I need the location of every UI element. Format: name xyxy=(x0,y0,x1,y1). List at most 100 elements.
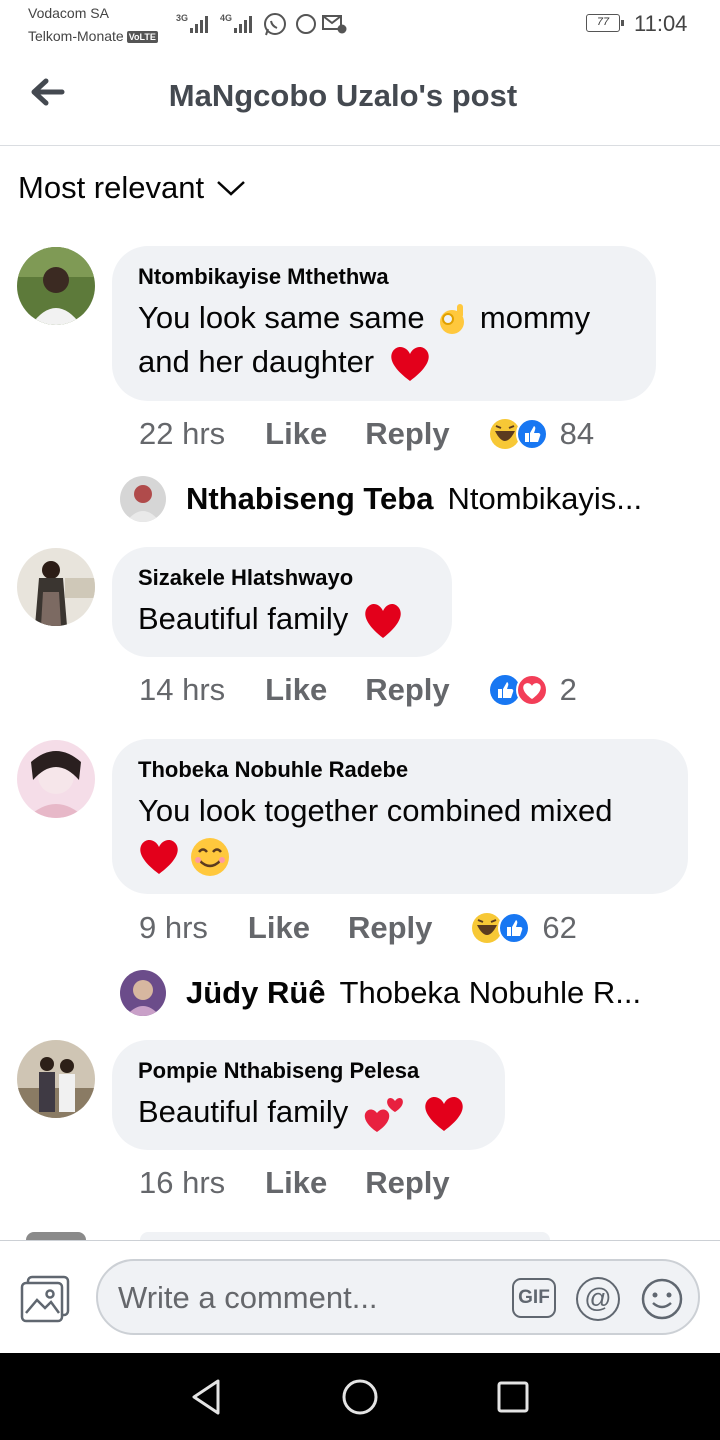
avatar-photo xyxy=(17,548,95,626)
reaction-count: 84 xyxy=(559,416,595,451)
like-button[interactable]: Like xyxy=(265,1165,327,1201)
like-button[interactable]: Like xyxy=(265,672,327,708)
reactions-summary[interactable]: 62 xyxy=(470,910,577,946)
gif-button[interactable]: GIF xyxy=(512,1278,556,1318)
smiley-icon xyxy=(641,1278,683,1320)
comment-meta: 16 hrs Like Reply xyxy=(139,1165,488,1201)
reply-button[interactable]: Reply xyxy=(365,672,449,708)
comment-text: You look same same mommy and her daughte… xyxy=(138,296,630,384)
red-heart-emoji-icon xyxy=(425,1096,464,1131)
page-title: MaNgcobo Uzalo's post xyxy=(168,78,518,113)
signal-3g-icon: 3G xyxy=(176,13,208,33)
comment-time[interactable]: 22 hrs xyxy=(139,416,225,452)
reply-author: Nthabiseng Teba xyxy=(186,481,434,516)
carrier-name-2-text: Telkom-Monate xyxy=(28,28,124,44)
next-bubble-peek xyxy=(140,1232,550,1240)
like-button[interactable]: Like xyxy=(248,910,310,946)
avatar-photo xyxy=(120,476,166,522)
reaction-count: 62 xyxy=(542,910,577,945)
sort-label: Most relevant xyxy=(18,170,205,205)
emoji-button[interactable] xyxy=(640,1277,684,1326)
avatar[interactable] xyxy=(17,1040,95,1118)
comment-text-line1: You look together combined mixed xyxy=(138,793,613,828)
add-photo-button[interactable] xyxy=(20,1273,72,1328)
comment-bubble[interactable]: Ntombikayise Mthethwa You look same same… xyxy=(112,246,656,401)
reply-preview[interactable]: Jüdy Rüê Thobeka Nobuhle R... xyxy=(120,970,641,1016)
avatar-small xyxy=(120,970,166,1016)
next-avatar-peek xyxy=(26,1232,86,1240)
reply-snippet: Thobeka Nobuhle R... xyxy=(339,975,642,1010)
comment-input[interactable]: Write a comment... GIF @ xyxy=(96,1259,700,1335)
reactions-summary[interactable]: 2 xyxy=(488,672,577,708)
comment-meta: 9 hrs Like Reply 62 xyxy=(139,910,577,946)
photo-icon xyxy=(20,1275,70,1323)
comment-text: Beautiful family xyxy=(138,597,426,641)
ok-hand-emoji-icon xyxy=(440,303,465,334)
haha-like-reactions-icon xyxy=(489,418,548,450)
avatar[interactable] xyxy=(17,548,95,626)
comment-author[interactable]: Sizakele Hlatshwayo xyxy=(138,565,426,591)
status-bar: Vodacom SA Telkom-Monate VoLTE 3G 4G 77 1… xyxy=(0,0,720,52)
whatsapp-icon xyxy=(264,13,286,36)
comment-author[interactable]: Ntombikayise Mthethwa xyxy=(138,264,630,290)
avatar[interactable] xyxy=(17,247,95,325)
reply-button[interactable]: Reply xyxy=(365,416,449,452)
battery-indicator: 77 xyxy=(586,14,624,32)
post-header: MaNgcobo Uzalo's post xyxy=(0,52,720,146)
comment-author[interactable]: Thobeka Nobuhle Radebe xyxy=(138,757,662,783)
haha-like-reactions-icon xyxy=(472,912,531,944)
net-3g-label: 3G xyxy=(176,13,188,23)
comment-placeholder: Write a comment... xyxy=(118,1280,378,1315)
mail-settings-icon xyxy=(322,15,347,34)
chevron-down-icon xyxy=(217,181,245,196)
avatar-photo xyxy=(120,970,166,1016)
signal-4g-icon: 4G xyxy=(220,13,252,33)
reactions-summary[interactable]: 84 xyxy=(488,416,594,452)
reply-author: Jüdy Rüê xyxy=(186,975,326,1010)
comment-bubble[interactable]: Thobeka Nobuhle Radebe You look together… xyxy=(112,739,688,894)
avatar-photo xyxy=(17,1040,95,1118)
comment-text: Beautiful family xyxy=(138,1090,479,1134)
comment-text-line1: Beautiful family xyxy=(138,1094,349,1129)
sync-icon xyxy=(296,14,316,34)
comment-time[interactable]: 14 hrs xyxy=(139,672,225,708)
avatar-small xyxy=(120,476,166,522)
sort-dropdown[interactable]: Most relevant xyxy=(18,170,246,206)
smiling-face-emoji-icon xyxy=(190,837,229,876)
comment-text-line1: You look same same xyxy=(138,300,425,335)
reply-preview[interactable]: Nthabiseng Teba Ntombikayis... xyxy=(120,476,642,522)
system-navigation-bar xyxy=(0,1353,720,1440)
clock: 11:04 xyxy=(634,11,688,36)
comment-text-line1: Beautiful family xyxy=(138,601,349,636)
red-heart-emoji-icon xyxy=(391,346,429,381)
avatar[interactable] xyxy=(17,740,95,818)
comment-composer: Write a comment... GIF @ xyxy=(0,1240,720,1354)
comment-time[interactable]: 16 hrs xyxy=(139,1165,225,1201)
reply-button[interactable]: Reply xyxy=(365,1165,449,1201)
comment-time[interactable]: 9 hrs xyxy=(139,910,208,946)
carrier-name-1: Vodacom SA xyxy=(28,5,109,21)
avatar-photo xyxy=(17,247,95,325)
like-love-reactions-icon xyxy=(489,674,548,706)
reaction-count: 2 xyxy=(559,672,577,707)
volte-badge: VoLTE xyxy=(126,31,158,44)
comment-text: You look together combined mixed xyxy=(138,789,662,878)
like-button[interactable]: Like xyxy=(265,416,327,452)
two-hearts-emoji-icon xyxy=(364,1097,403,1132)
back-triangle-icon[interactable] xyxy=(188,1377,224,1417)
comment-meta: 22 hrs Like Reply 84 xyxy=(139,416,594,452)
comment-bubble[interactable]: Pompie Nthabiseng Pelesa Beautiful famil… xyxy=(112,1040,505,1150)
comment-text-line2: and her daughter xyxy=(138,344,375,379)
comment-author[interactable]: Pompie Nthabiseng Pelesa xyxy=(138,1058,479,1084)
recents-square-icon[interactable] xyxy=(496,1380,530,1414)
net-4g-label: 4G xyxy=(220,13,232,23)
reply-snippet: Ntombikayis... xyxy=(447,481,643,516)
red-heart-emoji-icon xyxy=(365,603,401,638)
comment-bubble[interactable]: Sizakele Hlatshwayo Beautiful family xyxy=(112,547,452,657)
mention-button[interactable]: @ xyxy=(576,1277,620,1321)
avatar-photo xyxy=(17,740,95,818)
comment-meta: 14 hrs Like Reply 2 xyxy=(139,672,577,708)
reply-button[interactable]: Reply xyxy=(348,910,432,946)
home-circle-icon[interactable] xyxy=(341,1378,379,1416)
carrier-name-2: Telkom-Monate VoLTE xyxy=(28,28,158,44)
